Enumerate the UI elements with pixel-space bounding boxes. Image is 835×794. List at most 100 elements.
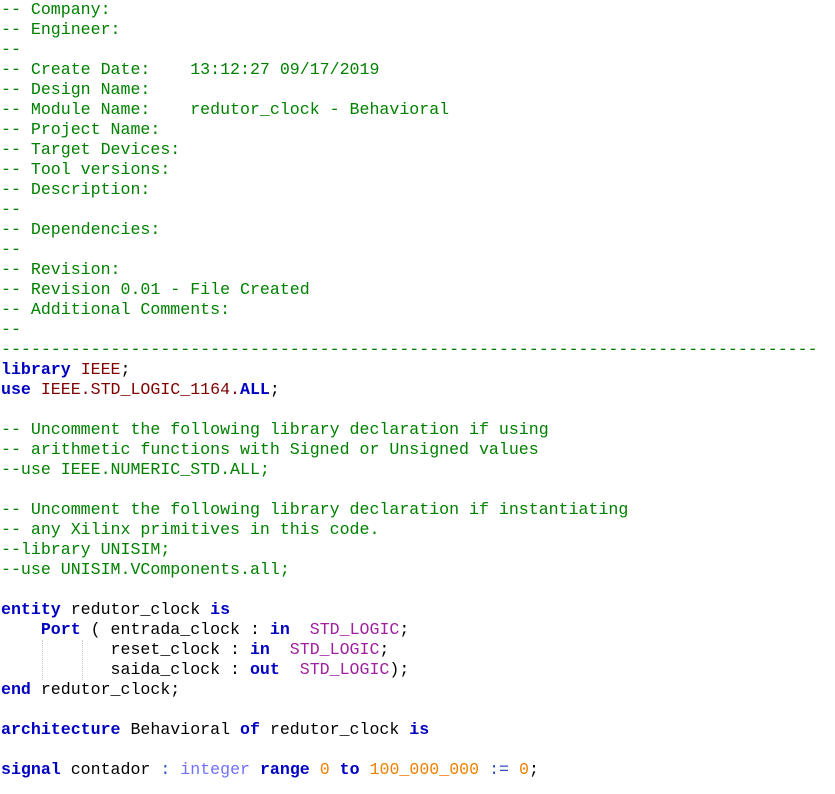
- code-token: 0: [319, 760, 330, 779]
- code-token: 100_000_000: [369, 760, 480, 779]
- code-token: -- Additional Comments:: [1, 300, 231, 319]
- code-token: Behavioral: [120, 720, 240, 739]
- code-line: reset_clock : in STD_LOGIC;: [0, 640, 835, 660]
- code-token: entity: [1, 600, 61, 619]
- code-token: STD_LOGIC: [309, 620, 400, 639]
- code-lines: -- Company: -- Engineer: -- -- Create Date:…: [0, 0, 835, 780]
- code-line: -- Tool versions:: [0, 160, 835, 180]
- code-line: -- Additional Comments:: [0, 300, 835, 320]
- code-token: -- Target Devices:: [1, 140, 181, 159]
- code-line: --use UNISIM.VComponents.all;: [0, 560, 835, 580]
- code-token: to: [339, 760, 360, 779]
- code-line: -- Project Name:: [0, 120, 835, 140]
- code-line: -- Company:: [0, 0, 835, 20]
- code-line: signal contador : integer range 0 to 100…: [0, 760, 835, 780]
- code-token: STD_LOGIC: [299, 660, 390, 679]
- code-token: --: [1, 200, 21, 219]
- code-line: --: [0, 200, 835, 220]
- code-token: -- Engineer:: [1, 20, 121, 39]
- indent-guide: [42, 640, 43, 680]
- code-line: -- Description:: [0, 180, 835, 200]
- code-token: -- Company:: [1, 0, 111, 19]
- code-token: Port: [40, 620, 81, 639]
- code-token: --: [1, 320, 21, 339]
- code-token: --use IEEE.NUMERIC_STD.ALL;: [1, 460, 270, 479]
- code-line: -- Uncomment the following library decla…: [0, 500, 835, 520]
- code-token: in: [249, 640, 270, 659]
- code-token: -- Tool versions:: [1, 160, 171, 179]
- code-token: integer: [180, 760, 250, 779]
- code-line: Port ( entrada_clock : in STD_LOGIC;: [0, 620, 835, 640]
- code-token: IEEE.STD_LOGIC_1164.: [40, 380, 241, 399]
- code-token: saida_clock :: [1, 660, 250, 679]
- code-line: -- Uncomment the following library decla…: [0, 420, 835, 440]
- code-token: ;: [399, 620, 410, 639]
- code-token: architecture: [1, 720, 121, 739]
- code-line: end redutor_clock;: [0, 680, 835, 700]
- code-token: :=: [489, 760, 509, 779]
- code-token: ;: [269, 380, 280, 399]
- code-token: --use UNISIM.VComponents.all;: [1, 560, 290, 579]
- code-token: -- Project Name:: [1, 120, 161, 139]
- code-token: out: [249, 660, 280, 679]
- code-token: -- any Xilinx primitives in this code.: [1, 520, 380, 539]
- code-token: --: [1, 40, 21, 59]
- code-token: -- Uncomment the following library decla…: [1, 500, 629, 519]
- code-line: -- Revision:: [0, 260, 835, 280]
- code-line: architecture Behavioral of redutor_clock…: [0, 720, 835, 740]
- code-token: is: [210, 600, 231, 619]
- code-line: -- Dependencies:: [0, 220, 835, 240]
- code-line: --: [0, 320, 835, 340]
- code-line: -- Design Name:: [0, 80, 835, 100]
- code-token: IEEE: [80, 360, 121, 379]
- code-token: ( entrada_clock :: [80, 620, 270, 639]
- code-line: use IEEE.STD_LOGIC_1164.ALL;: [0, 380, 835, 400]
- code-token: -- Dependencies:: [1, 220, 161, 239]
- code-line: --: [0, 240, 835, 260]
- code-token: ;: [528, 760, 539, 779]
- code-token: range: [259, 760, 310, 779]
- code-token: -- Module Name: redutor_clock - Behavior…: [1, 100, 450, 119]
- code-line: ----------------------------------------…: [0, 340, 835, 360]
- code-line: --use IEEE.NUMERIC_STD.ALL;: [0, 460, 835, 480]
- code-line: --: [0, 40, 835, 60]
- code-token: --library UNISIM;: [1, 540, 171, 559]
- code-line: -- any Xilinx primitives in this code.: [0, 520, 835, 540]
- code-token: signal: [1, 760, 61, 779]
- code-token: reset_clock :: [1, 640, 250, 659]
- indent-guide: [82, 640, 83, 680]
- code-token: -- Description:: [1, 180, 151, 199]
- code-token: -- arithmetic functions with Signed or U…: [1, 440, 539, 459]
- code-line: -- Module Name: redutor_clock - Behavior…: [0, 100, 835, 120]
- code-editor[interactable]: -- Company: -- Engineer: -- -- Create Date:…: [0, 0, 835, 794]
- code-token: ;: [120, 360, 131, 379]
- code-token: redutor_clock: [60, 600, 211, 619]
- code-line: -- Revision 0.01 - File Created: [0, 280, 835, 300]
- code-token: :: [160, 760, 171, 779]
- code-line: --library UNISIM;: [0, 540, 835, 560]
- code-token: library: [1, 360, 71, 379]
- code-token: use: [1, 380, 31, 399]
- code-token: -- Revision 0.01 - File Created: [1, 280, 310, 299]
- code-token: of: [240, 720, 260, 739]
- code-line: -- Target Devices:: [0, 140, 835, 160]
- code-token: contador: [60, 760, 161, 779]
- code-line: saida_clock : out STD_LOGIC);: [0, 660, 835, 680]
- code-token: end: [1, 680, 31, 699]
- code-token: in: [269, 620, 290, 639]
